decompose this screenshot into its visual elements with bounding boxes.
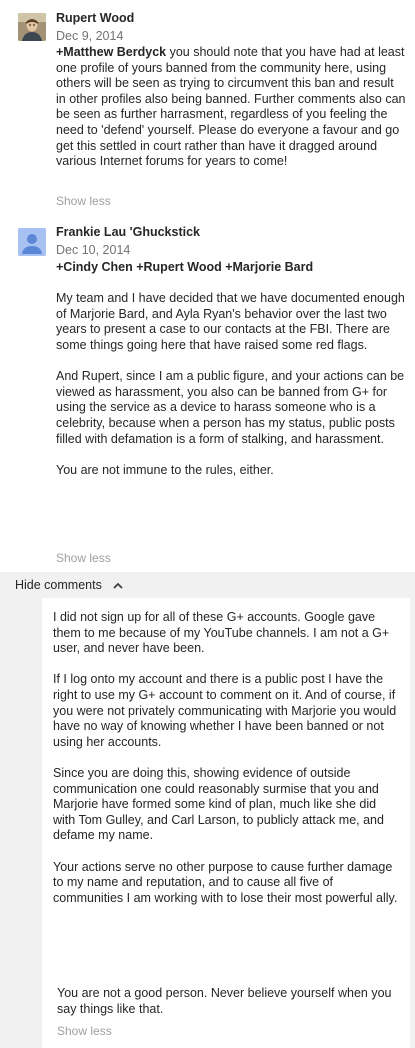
reply-paragraph: If I log onto my account and there is a … [53,672,397,749]
avatar[interactable] [18,228,46,256]
default-user-icon [18,228,46,256]
comment-paragraph: And Rupert, since I am a public figure, … [56,369,405,446]
user-photo-icon [18,13,46,41]
hide-comments-label: Hide comments [15,578,102,592]
comment-body: +Matthew Berdyck you should note that yo… [56,45,406,170]
comment-date[interactable]: Dec 10, 2014 [56,243,130,258]
reply-body: I did not sign up for all of these G+ ac… [53,610,401,906]
reply-body-continued: You are not a good person. Never believe… [57,986,402,1017]
comment-text: +Matthew Berdyck you should note that yo… [56,45,406,170]
show-less-link[interactable]: Show less [56,194,111,208]
comment-paragraph: You are not immune to the rules, either. [56,462,274,477]
reply-paragraph: Since you are doing this, showing eviden… [53,765,384,843]
mention-links[interactable]: +Cindy Chen +Rupert Wood +Marjorie Bard [56,260,406,276]
comments-card: Rupert Wood Dec 9, 2014 +Matthew Berdyck… [0,0,415,572]
show-less-link[interactable]: Show less [56,551,111,565]
comment-paragraph: My team and I have decided that we have … [56,291,405,352]
comment-author[interactable]: Rupert Wood [56,11,134,26]
reply-comment: I did not sign up for all of these G+ ac… [42,598,410,1048]
mention-link[interactable]: +Matthew Berdyck [56,45,166,59]
comment-date[interactable]: Dec 9, 2014 [56,29,123,44]
hide-comments-button[interactable]: Hide comments [15,578,123,593]
comment-author[interactable]: Frankie Lau 'Ghuckstick [56,225,200,240]
chevron-up-icon [113,578,123,593]
comment-text-content: you should note that you have had at lea… [56,45,406,169]
show-less-link[interactable]: Show less [57,1024,112,1038]
comment-body: +Cindy Chen +Rupert Wood +Marjorie Bard … [56,260,406,478]
avatar[interactable] [18,13,46,41]
reply-paragraph: You are not a good person. Never believe… [57,986,392,1016]
reply-paragraph: Your actions serve no other purpose to c… [53,859,398,905]
reply-paragraph: I did not sign up for all of these G+ ac… [53,610,390,656]
